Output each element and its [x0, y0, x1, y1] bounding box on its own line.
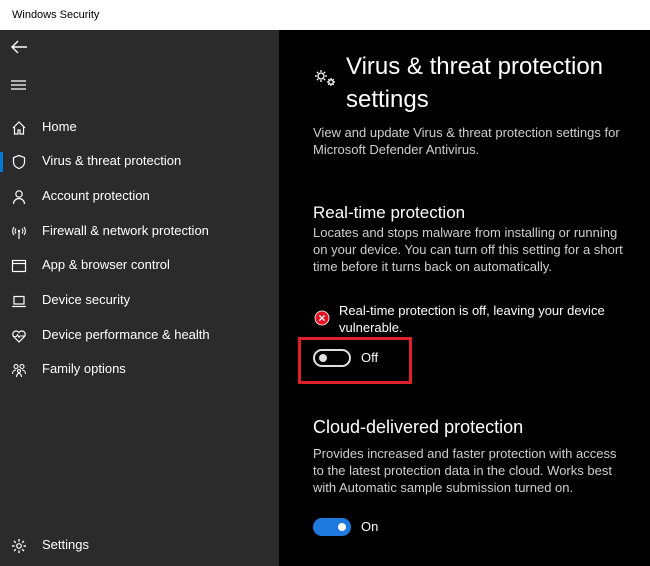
- sidebar-item-label: Device security: [42, 292, 131, 307]
- sidebar-item-family-options[interactable]: Family options: [0, 354, 279, 384]
- sidebar-item-label: Home: [42, 119, 77, 134]
- sidebar-item-home[interactable]: Home: [0, 112, 279, 142]
- cloud-toggle-label: On: [361, 519, 379, 534]
- hamburger-menu-icon[interactable]: [11, 79, 26, 91]
- sidebar-item-app-browser-control[interactable]: App & browser control: [0, 250, 279, 280]
- page-description: View and update Virus & threat protectio…: [313, 125, 620, 157]
- sidebar-item-account-protection[interactable]: Account protection: [0, 181, 279, 211]
- gears-icon: [315, 70, 335, 86]
- sidebar: Home Virus & threat protection Account p…: [0, 30, 279, 566]
- highlight-box: [298, 337, 412, 384]
- window-title: Windows Security: [12, 9, 100, 21]
- realtime-protection-heading: Real-time protection: [313, 203, 466, 222]
- sidebar-item-label: Account protection: [42, 188, 150, 203]
- toggle-knob: [338, 523, 346, 531]
- cloud-protection-description: Provides increased and faster protection…: [313, 446, 617, 495]
- sidebar-item-firewall-network-protection[interactable]: Firewall & network protection: [0, 216, 279, 246]
- sidebar-item-virus-threat-protection[interactable]: Virus & threat protection: [0, 146, 279, 176]
- shield-icon: [12, 154, 26, 170]
- cloud-protection-toggle[interactable]: [313, 518, 351, 536]
- heart-icon: [12, 330, 26, 343]
- sidebar-item-label: App & browser control: [42, 257, 170, 272]
- person-icon: [12, 190, 26, 205]
- sidebar-settings-label: Settings: [42, 537, 89, 552]
- home-icon: [12, 121, 26, 135]
- sidebar-item-settings[interactable]: Settings: [0, 530, 279, 560]
- back-arrow-icon[interactable]: [10, 39, 28, 55]
- title-bar: Windows Security: [0, 0, 650, 30]
- sidebar-item-device-performance-health[interactable]: Device performance & health: [0, 320, 279, 350]
- page-title: Virus & threat protection settings: [346, 53, 604, 113]
- realtime-warning-text: Real-time protection is off, leaving you…: [339, 303, 605, 335]
- sidebar-item-label: Device performance & health: [42, 327, 210, 342]
- app-window-icon: [11, 259, 27, 273]
- wireless-icon: [12, 226, 26, 239]
- sidebar-item-label: Family options: [42, 361, 126, 376]
- cloud-protection-heading: Cloud-delivered protection: [313, 417, 524, 437]
- family-icon: [11, 363, 27, 378]
- laptop-icon: [12, 295, 26, 308]
- windows-security-window: Windows Security Home Virus & threat pro…: [0, 0, 650, 566]
- sidebar-item-label: Firewall & network protection: [42, 223, 209, 238]
- sidebar-item-label: Virus & threat protection: [42, 153, 182, 168]
- realtime-protection-description: Locates and stops malware from installin…: [313, 225, 623, 274]
- sidebar-item-device-security[interactable]: Device security: [0, 285, 279, 315]
- gear-icon: [12, 539, 26, 553]
- error-icon: [314, 310, 330, 326]
